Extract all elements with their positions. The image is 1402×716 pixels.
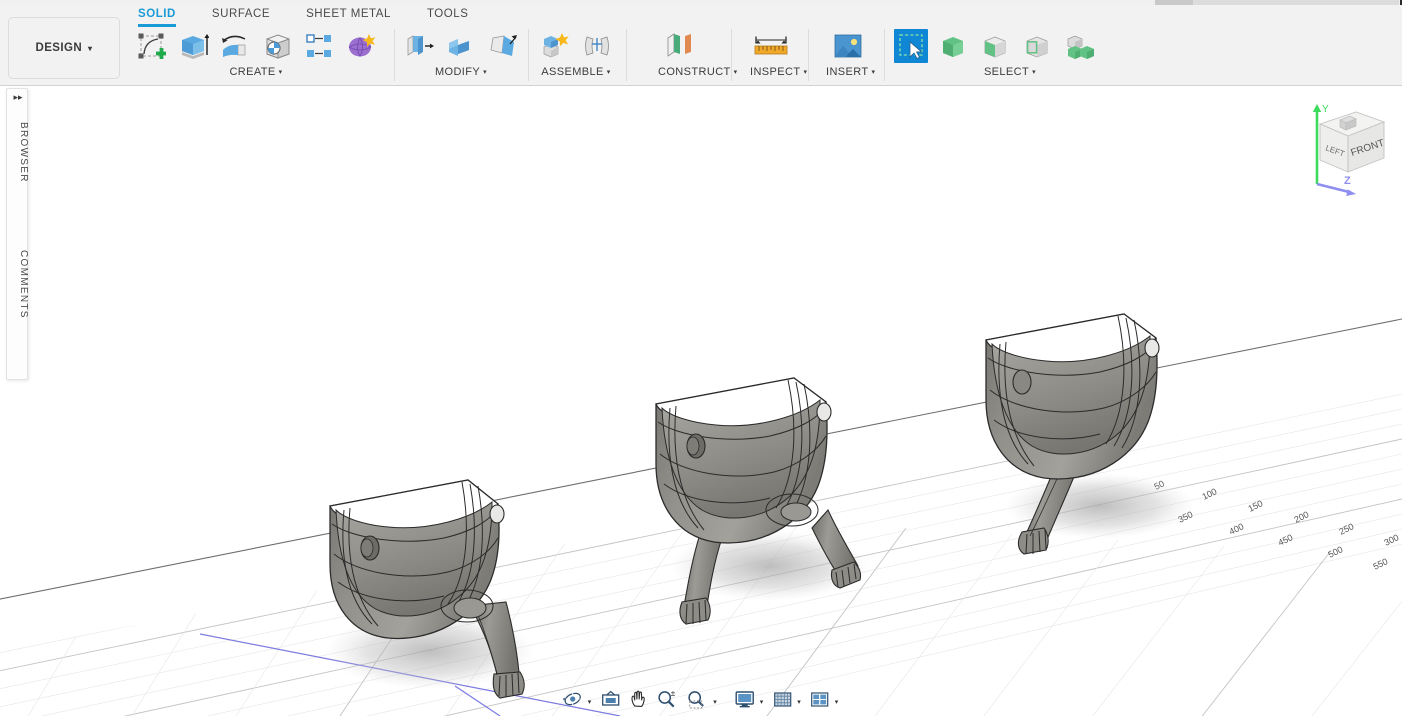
viewport-layout-dropdown-caret[interactable]: ▾ [835,698,839,706]
fusion-app-window: DESIGN ▾ SOLID SURFACE SHEET METAL TOOLS [0,0,1402,716]
panel-select-label[interactable]: SELECT▾ [920,66,1100,78]
ribbon-toolbar: DESIGN ▾ SOLID SURFACE SHEET METAL TOOLS [0,5,1402,86]
move-copy-icon[interactable] [482,27,524,65]
svg-text:100: 100 [1200,486,1218,502]
view-cube[interactable]: Y Z LEFT FRONT [1296,92,1402,197]
select-body-icon[interactable] [932,27,974,65]
svg-text:250: 250 [1337,521,1355,537]
select-face-icon[interactable] [974,27,1016,65]
view-navigation-bar: ▾ ± ▾ [559,686,844,712]
panel-insert-icons [826,27,875,65]
svg-text:550: 550 [1371,556,1389,572]
panel-insert-label[interactable]: INSERT▾ [826,66,875,78]
chevron-down-icon: ▾ [88,44,92,53]
panel-divider-5 [808,29,809,81]
viewport-canvas[interactable]: 50 100 150 200 250 300 350 400 450 500 5… [0,86,1402,716]
new-component-icon[interactable] [534,27,576,65]
panel-inspect-icons [750,27,807,65]
panel-construct-icons [658,27,738,65]
extrude-icon[interactable] [172,27,214,65]
panel-insert: INSERT▾ [826,27,875,85]
tab-sheet-metal[interactable]: SHEET METAL [306,5,391,24]
sidebar-item-comments[interactable]: COMMENTS [7,234,29,334]
panel-inspect: INSPECT▾ [750,27,807,85]
hole-icon[interactable] [256,27,298,65]
display-settings-icon[interactable] [731,687,759,711]
panel-modify: MODIFY▾ [398,27,524,85]
grid-snaps-icon[interactable] [768,687,796,711]
panel-construct: CONSTRUCT▾ [658,27,738,85]
display-settings-dropdown-caret[interactable]: ▾ [760,698,764,706]
panel-select-icons [890,27,1100,65]
pan-icon[interactable] [624,687,652,711]
offset-plane-icon[interactable] [658,27,700,65]
zoom-icon[interactable]: ± [652,687,682,711]
chevron-down-icon: ▾ [803,69,807,76]
panel-assemble-icons [534,27,618,65]
measure-icon[interactable] [750,27,792,65]
tab-solid[interactable]: SOLID [138,5,176,27]
press-pull-icon[interactable] [398,27,440,65]
panel-create: CREATE▾ [130,27,382,85]
select-sketch-icon[interactable] [1016,27,1058,65]
create-form-icon[interactable] [340,27,382,65]
panel-divider-2 [528,29,529,81]
panel-assemble-label[interactable]: ASSEMBLE▾ [534,66,618,78]
rectangular-pattern-icon[interactable] [298,27,340,65]
chevron-down-icon: ▾ [872,69,876,76]
chevron-down-icon: ▾ [279,69,283,76]
axis-label-z: Z [1344,175,1351,187]
revolve-icon[interactable] [214,27,256,65]
panel-create-icons [130,27,382,65]
pin-expand-icon[interactable]: ▸▸ [7,92,29,103]
axis-label-y: Y [1322,104,1329,115]
chevron-down-icon: ▾ [1032,69,1036,76]
chevron-down-icon: ▾ [607,69,611,76]
look-at-icon[interactable] [596,687,624,711]
ribbon-tab-bar: SOLID SURFACE SHEET METAL TOOLS [138,5,504,26]
select-component-icon[interactable] [1058,27,1100,65]
panel-divider-4 [731,29,732,81]
panel-select: SELECT▾ [890,27,1100,85]
fillet-icon[interactable] [440,27,482,65]
orbit-icon[interactable] [559,687,587,711]
joint-icon[interactable] [576,27,618,65]
select-window-icon[interactable] [894,29,928,63]
svg-text:150: 150 [1246,498,1264,514]
panel-assemble: ASSEMBLE▾ [534,27,618,85]
svg-text:300: 300 [1382,532,1400,548]
panel-modify-icons [398,27,524,65]
svg-text:500: 500 [1326,544,1344,560]
panel-inspect-label[interactable]: INSPECT▾ [750,66,807,78]
tab-surface[interactable]: SURFACE [212,5,270,24]
grid-snaps-dropdown-caret[interactable]: ▾ [797,698,801,706]
panel-divider-6 [884,29,885,81]
panel-create-label[interactable]: CREATE▾ [130,66,382,78]
planter-drain-hole [1013,370,1031,394]
workspace-switcher-label: DESIGN [36,42,83,54]
panel-modify-label[interactable]: MODIFY▾ [398,66,524,78]
orbit-dropdown-caret[interactable]: ▾ [588,698,592,706]
insert-image-icon[interactable] [826,27,868,65]
tab-tools[interactable]: TOOLS [427,5,469,24]
chevron-down-icon: ▾ [734,69,738,76]
sidebar-item-browser[interactable]: BROWSER [7,107,29,197]
panel-construct-label[interactable]: CONSTRUCT▾ [658,66,738,78]
panel-divider-3 [626,29,627,81]
chevron-down-icon: ▾ [483,69,487,76]
svg-text:400: 400 [1227,521,1245,537]
viewport-layout-icon[interactable] [806,687,834,711]
panel-divider-1 [394,29,395,81]
svg-text:200: 200 [1292,509,1310,525]
fit-dropdown-caret[interactable]: ▾ [713,698,717,706]
create-sketch-icon[interactable] [130,27,172,65]
svg-text:450: 450 [1276,532,1294,548]
fit-icon[interactable] [682,687,712,711]
left-dock-panel: ▸▸ BROWSER COMMENTS [6,88,28,380]
workspace-switcher-button[interactable]: DESIGN ▾ [8,17,120,79]
svg-text:±: ± [670,689,675,698]
